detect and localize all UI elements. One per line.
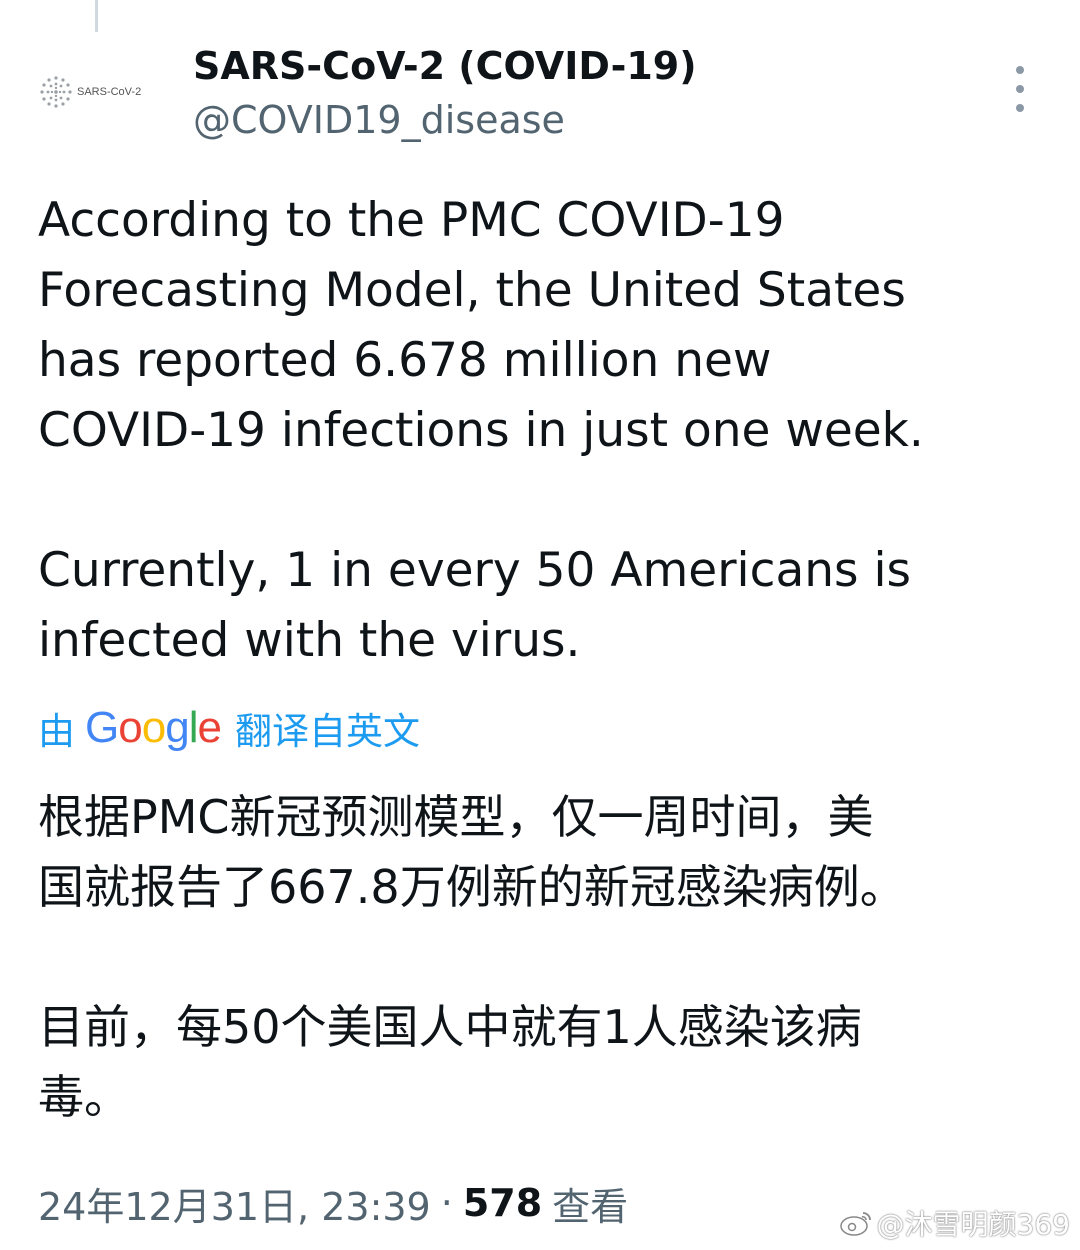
thread-connector-line [95, 0, 98, 32]
avatar[interactable]: SARS-CoV-2 [38, 62, 158, 122]
translate-suffix: 翻译自英文 [234, 710, 420, 753]
translated-body: 根据PMC新冠预测模型，仅一周时间，美 国就报告了667.8万例新的新冠感染病例… [38, 782, 1048, 1132]
more-options-button[interactable] [1004, 66, 1036, 112]
weibo-watermark: @沐雪明颜369 [839, 1200, 1070, 1246]
meta-separator: · [440, 1181, 453, 1225]
view-label: 查看 [552, 1184, 629, 1229]
display-name[interactable]: SARS-CoV-2 (COVID-19) [193, 44, 697, 88]
google-letter: g [165, 703, 190, 752]
user-handle[interactable]: @COVID19_disease [193, 98, 565, 142]
tweet-line: According to the PMC COVID-19 [38, 193, 785, 248]
translate-prefix: 由 [38, 710, 75, 753]
translated-by-google-link[interactable]: 由 Google 翻译自英文 [38, 700, 420, 756]
tweet-metadata: 24年12月31日, 23:39 · 578 查看 [38, 1172, 628, 1234]
tweet-line: has reported 6.678 million new [38, 333, 772, 388]
translated-line: 毒。 [38, 1070, 130, 1124]
timestamp-link[interactable]: 24年12月31日, 23:39 [38, 1176, 431, 1231]
google-letter: G [85, 703, 119, 752]
more-dot [1016, 85, 1024, 93]
tweet-line: Currently, 1 in every 50 Americans is [38, 543, 912, 598]
tweet-line: COVID-19 infections in just one week. [38, 403, 924, 458]
google-letter: o [141, 703, 167, 752]
tweet-line: Forecasting Model, the United States [38, 263, 906, 318]
view-count: 578 [462, 1181, 543, 1225]
google-letter: o [118, 703, 143, 752]
translated-line: 目前，每50个美国人中就有1人感染该病 [38, 1000, 862, 1054]
google-logo-icon: Google [85, 703, 222, 753]
google-letter: e [197, 703, 222, 752]
watermark-text: @沐雪明颜369 [876, 1208, 1070, 1241]
weibo-icon [839, 1212, 871, 1236]
more-dots-icon [1016, 66, 1024, 74]
tweet-line: infected with the virus. [38, 613, 581, 668]
more-dot [1016, 104, 1024, 112]
translated-line: 国就报告了667.8万例新的新冠感染病例。 [38, 860, 906, 914]
translated-line: 根据PMC新冠预测模型，仅一周时间，美 [38, 790, 874, 844]
avatar-label: SARS-CoV-2 [77, 86, 142, 98]
tweet-body: According to the PMC COVID-19 Forecastin… [38, 186, 1048, 676]
virus-logo-icon [40, 76, 72, 108]
